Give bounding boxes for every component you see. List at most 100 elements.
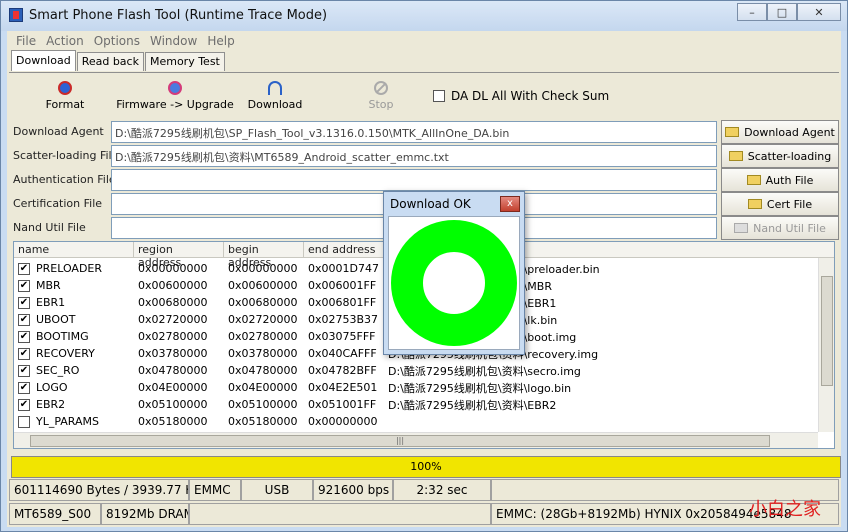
region-address-cell: 0x02720000 (138, 313, 208, 326)
close-button[interactable]: ✕ (797, 3, 841, 21)
folder-icon (725, 127, 740, 137)
vertical-scrollbar[interactable] (818, 258, 834, 432)
column-header-name[interactable]: name (14, 242, 134, 257)
partition-name: BOOTIMG (36, 330, 89, 343)
stop-button[interactable]: Stop (363, 81, 399, 111)
name-cell: ✔ SEC_RO (14, 364, 134, 377)
vertical-scroll-thumb[interactable] (821, 276, 833, 386)
cert-file-button[interactable]: Cert File (721, 192, 839, 216)
title-bar[interactable]: Smart Phone Flash Tool (Runtime Trace Mo… (1, 1, 847, 31)
horizontal-scroll-thumb[interactable]: ||| (30, 435, 770, 447)
checksum-checkbox[interactable] (433, 90, 445, 102)
name-cell: ✔ LOGO (14, 381, 134, 394)
status-bar-2: MT6589_S00 8192Mb DRAM EMMC: (28Gb+8192M… (9, 503, 843, 525)
folder-icon (746, 175, 761, 185)
status-time: 2:32 sec (393, 479, 491, 501)
partition-checkbox[interactable]: ✔ (18, 364, 30, 377)
end-address-cell: 0x006801FF (308, 296, 377, 309)
status-baud: 921600 bps (313, 479, 393, 501)
table-row[interactable]: ✔ SEC_RO 0x04780000 0x04780000 0x04782BFF D:\… (14, 362, 818, 379)
status-storage: EMMC (189, 479, 241, 501)
nand-util-button[interactable]: Nand Util File (721, 216, 839, 240)
horizontal-scrollbar[interactable]: ||| (14, 432, 818, 448)
folder-icon (734, 223, 749, 233)
begin-address-cell: 0x04780000 (228, 364, 298, 377)
download-agent-path[interactable]: D:\酷派7295线刷机包\SP_Flash_Tool_v3.1316.0.15… (111, 121, 717, 143)
checksum-option[interactable]: DA DL All With Check Sum (433, 89, 609, 103)
begin-address-cell: 0x03780000 (228, 347, 298, 360)
partition-name: SEC_RO (36, 364, 80, 377)
partition-name: UBOOT (36, 313, 76, 326)
begin-address-cell: 0x00000000 (228, 262, 298, 275)
end-address-cell: 0x02753B37 (308, 313, 379, 326)
column-header-region[interactable]: region address (134, 242, 224, 269)
auth-file-button[interactable]: Auth File (721, 168, 839, 192)
partition-checkbox[interactable]: ✔ (18, 296, 30, 309)
scatter-path[interactable]: D:\酷派7295线刷机包\资料\MT6589_Android_scatter_… (111, 145, 717, 167)
tab-strip: Download Read back Memory Test (11, 50, 226, 71)
nand-label: Nand Util File (13, 221, 86, 234)
download-ok-dialog: Download OK x (383, 191, 525, 355)
tab-download[interactable]: Download (11, 50, 76, 71)
partition-name: EBR2 (36, 398, 66, 411)
menu-help[interactable]: Help (202, 31, 239, 51)
table-row[interactable]: ✔ LOGO 0x04E00000 0x04E00000 0x04E2E501 D:\酷派… (14, 379, 818, 396)
name-cell: ✔ MBR (14, 279, 134, 292)
partition-checkbox[interactable]: ✔ (18, 330, 30, 343)
window-title: Smart Phone Flash Tool (Runtime Trace Mo… (29, 8, 328, 23)
menu-window[interactable]: Window (145, 31, 202, 51)
minimize-button[interactable]: – (737, 3, 767, 21)
table-row[interactable]: ✔ EBR2 0x05100000 0x05100000 0x051001FF D:\酷派… (14, 396, 818, 413)
menu-options[interactable]: Options (89, 31, 145, 51)
column-header-end[interactable]: end address (304, 242, 384, 257)
name-cell: ✔ RECOVERY (14, 347, 134, 360)
toolbar: Format Firmware -> Upgrade Download Stop… (9, 75, 839, 119)
name-cell: YL_PARAMS (14, 415, 134, 428)
success-ring-icon (391, 220, 517, 346)
tab-memory-test[interactable]: Memory Test (144, 52, 225, 71)
firmware-upgrade-button[interactable]: Firmware -> Upgrade (115, 81, 235, 111)
region-address-cell: 0x04780000 (138, 364, 208, 377)
auth-path[interactable] (111, 169, 717, 191)
partition-checkbox[interactable]: ✔ (18, 347, 30, 360)
region-address-cell: 0x02780000 (138, 330, 208, 343)
auth-label: Authentication File (13, 173, 116, 186)
menu-action[interactable]: Action (41, 31, 89, 51)
begin-address-cell: 0x05100000 (228, 398, 298, 411)
format-icon (58, 81, 72, 95)
folder-icon (728, 151, 743, 161)
partition-checkbox[interactable]: ✔ (18, 313, 30, 326)
menu-bar: File Action Options Window Help (7, 31, 841, 51)
download-label: Download (247, 98, 303, 111)
region-address-cell: 0x05180000 (138, 415, 208, 428)
download-agent-button[interactable]: Download Agent (721, 120, 839, 144)
name-cell: ✔ UBOOT (14, 313, 134, 326)
cert-label: Certification File (13, 197, 103, 210)
download-icon (268, 81, 282, 95)
partition-checkbox[interactable]: ✔ (18, 262, 30, 275)
partition-checkbox[interactable] (18, 415, 30, 428)
column-header-begin[interactable]: begin address (224, 242, 304, 269)
partition-name: LOGO (36, 381, 68, 394)
name-cell: ✔ BOOTIMG (14, 330, 134, 343)
name-cell: ✔ EBR2 (14, 398, 134, 411)
partition-checkbox[interactable]: ✔ (18, 398, 30, 411)
partition-checkbox[interactable]: ✔ (18, 279, 30, 292)
status-blank (189, 503, 491, 525)
format-label: Format (45, 98, 85, 111)
location-cell: D:\酷派7295线刷机包\资料\secro.img (388, 364, 581, 378)
stop-icon (374, 81, 388, 95)
partition-name: YL_PARAMS (36, 415, 99, 428)
table-row[interactable]: YL_PARAMS 0x05180000 0x05180000 0x00000000 (14, 413, 818, 430)
tab-read-back[interactable]: Read back (76, 52, 144, 71)
download-button[interactable]: Download (245, 81, 305, 111)
partition-checkbox[interactable]: ✔ (18, 381, 30, 394)
scatter-button[interactable]: Scatter-loading (721, 144, 839, 168)
format-button[interactable]: Format (43, 81, 87, 111)
dialog-close-button[interactable]: x (500, 196, 520, 212)
folder-icon (747, 199, 762, 209)
menu-file[interactable]: File (11, 31, 41, 51)
progress-bar: 100% (11, 456, 841, 478)
app-window: Smart Phone Flash Tool (Runtime Trace Mo… (0, 0, 848, 532)
maximize-button[interactable]: □ (767, 3, 797, 21)
